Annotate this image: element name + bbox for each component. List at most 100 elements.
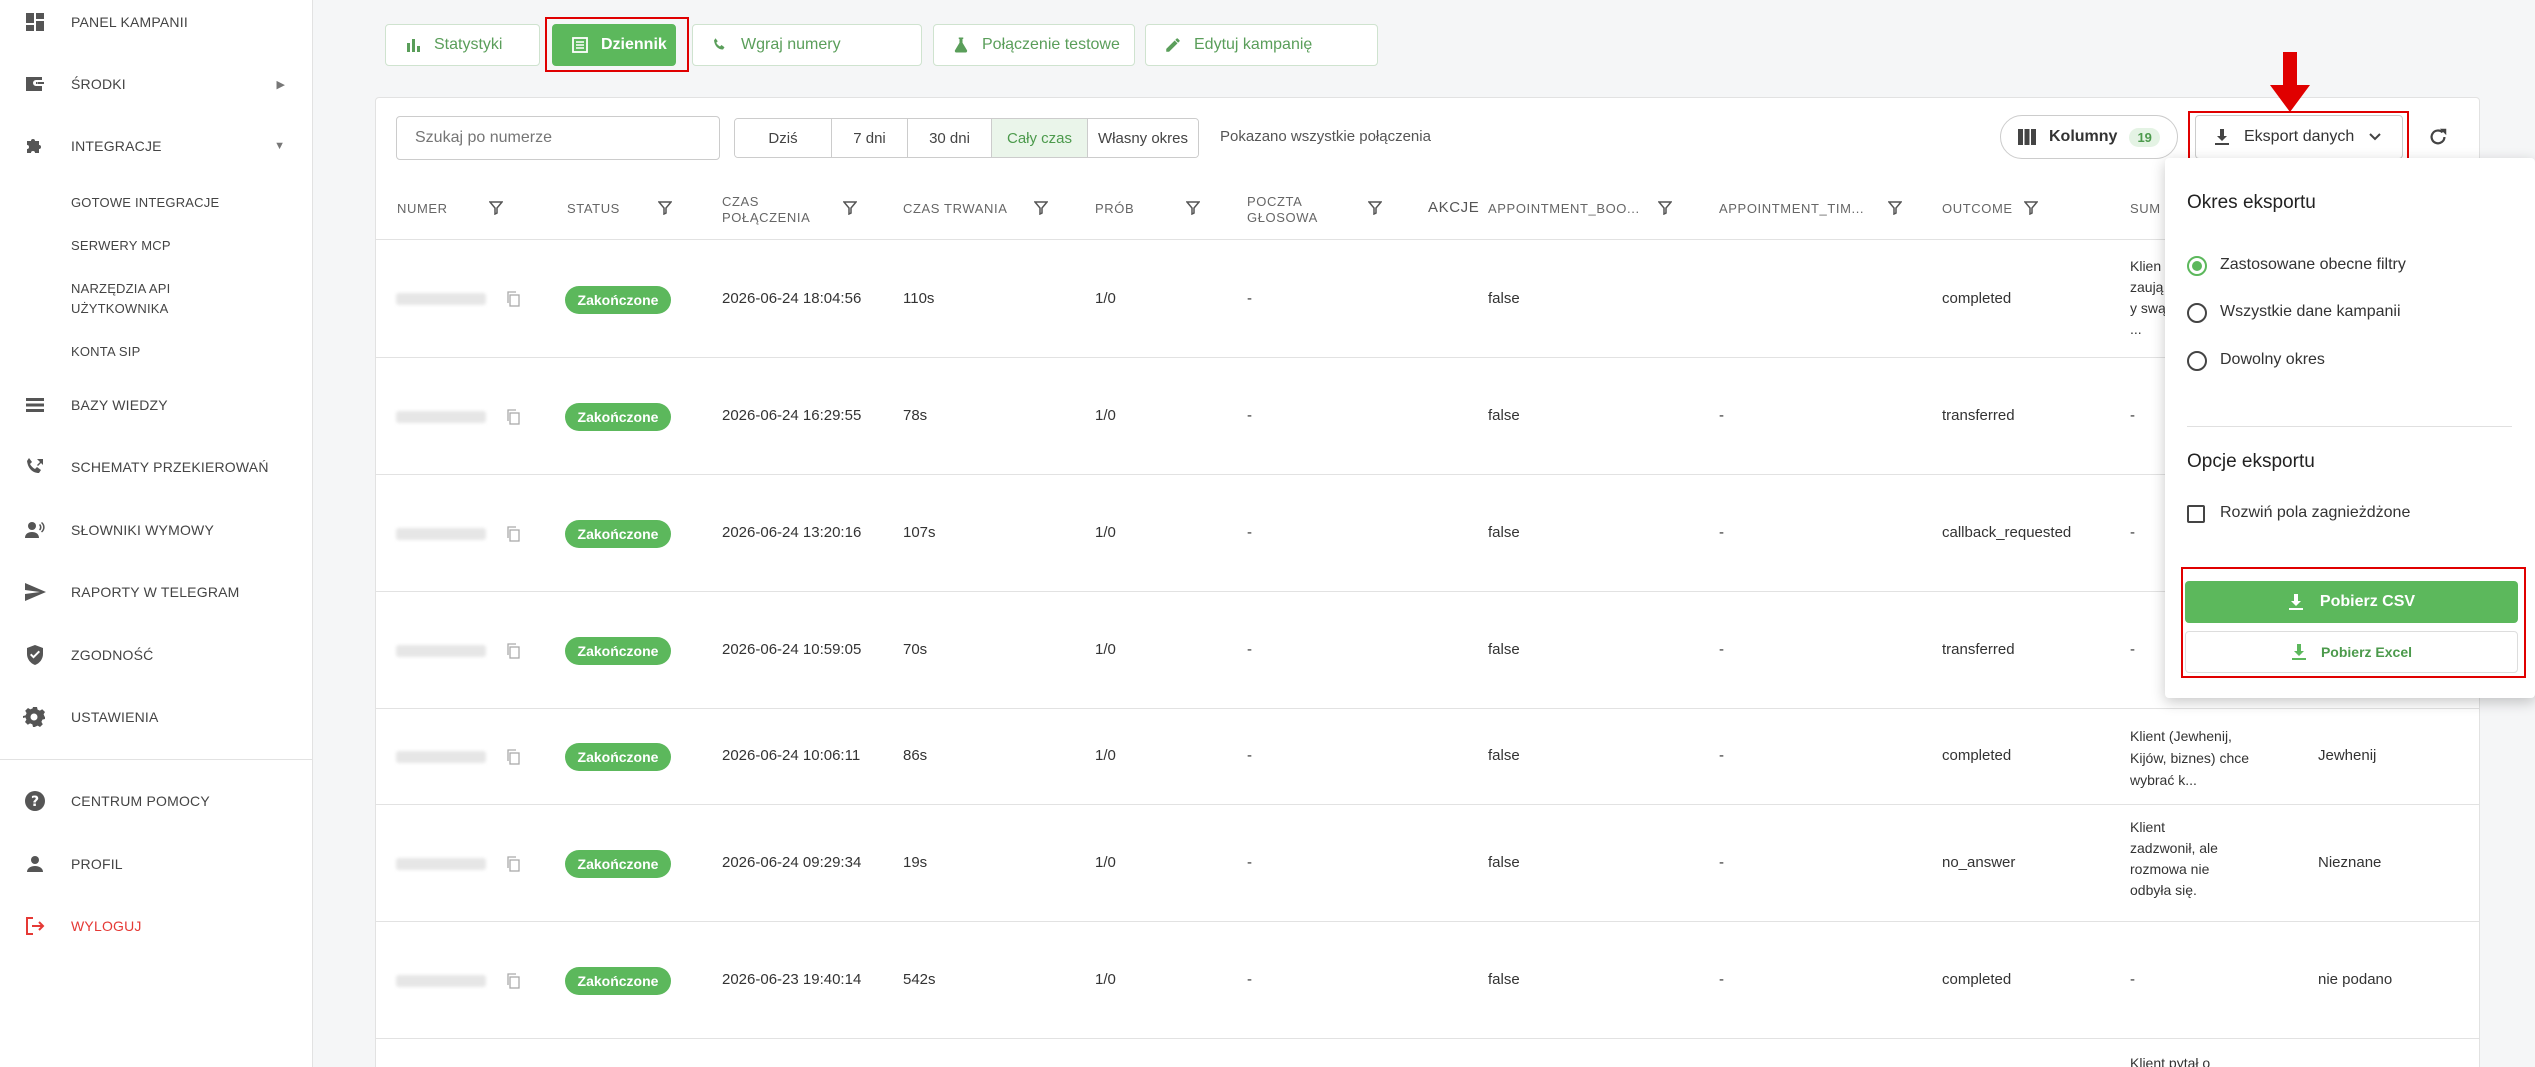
filter-icon[interactable] [842, 201, 859, 217]
col-header-numer[interactable]: NUMER [397, 201, 448, 217]
table-row[interactable]: Zakończone 2026-06-24 10:59:05 70s 1/0 -… [376, 592, 2479, 709]
filter-icon[interactable] [2023, 201, 2040, 217]
radio-custom-period[interactable] [2187, 351, 2207, 371]
svg-text:?: ? [31, 794, 39, 810]
filter-icon[interactable] [1657, 201, 1674, 217]
call-duration: 78s [903, 407, 928, 424]
summary-value: - [2130, 524, 2135, 541]
table-row[interactable]: Zakończone 2026-06-23 19:40:14 542s 1/0 … [376, 922, 2479, 1039]
export-data-button[interactable]: Eksport danych [2195, 115, 2403, 159]
copy-icon[interactable] [506, 526, 520, 542]
sidebar-item-wyloguj[interactable]: WYLOGUJ [0, 906, 313, 946]
copy-icon[interactable] [506, 291, 520, 307]
summary-line: Klient [2130, 819, 2166, 835]
col-header-status[interactable]: STATUS [567, 201, 620, 217]
outcome-value: transferred [1942, 407, 2015, 424]
sidebar-subitem-gotowe-integracje[interactable]: GOTOWE INTEGRACJE [71, 193, 219, 212]
outcome-value: completed [1942, 747, 2012, 764]
option-label[interactable]: Rozwiń pola zagnieżdżone [2220, 504, 2410, 522]
summary-value: - [2130, 407, 2135, 424]
col-header-outcome[interactable]: OUTCOME [1942, 201, 2013, 217]
phone-number-blurred [396, 858, 486, 870]
summary-value: Klient zadzwonił, ale rozmowa nie odbyła… [2130, 817, 2218, 901]
refresh-icon[interactable] [2425, 124, 2451, 150]
filter-icon[interactable] [488, 201, 505, 217]
download-csv-button[interactable]: Pobierz CSV [2185, 581, 2518, 623]
col-header-czas-polaczenia[interactable]: CZAS POŁĄCZENIA [722, 194, 810, 226]
sidebar-item-label: ŚRODKI [71, 76, 126, 92]
call-tries: 1/0 [1095, 854, 1116, 871]
option-label[interactable]: Wszystkie dane kampanii [2220, 303, 2401, 321]
tab-polaczenie-testowe[interactable]: Połączenie testowe [933, 24, 1135, 66]
checkbox-expand-nested[interactable] [2187, 505, 2205, 523]
sidebar-item-integracje[interactable]: INTEGRACJE ▼ [0, 126, 313, 166]
call-time: 2026-06-24 13:20:16 [722, 524, 862, 541]
sidebar-item-zgodnosc[interactable]: ZGODNOŚĆ [0, 635, 313, 675]
copy-icon[interactable] [506, 643, 520, 659]
sidebar-item-centrum-pomocy[interactable]: ? CENTRUM POMOCY [0, 781, 313, 821]
table-header: NUMER STATUS CZAS POŁĄCZENIA CZAS TRWANI… [376, 180, 2479, 240]
col-header-appointment-boo[interactable]: APPOINTMENT_BOO... [1488, 201, 1640, 217]
range-30-days[interactable]: 30 dni [908, 119, 992, 157]
option-label[interactable]: Dowolny okres [2220, 351, 2325, 369]
summary-line: ... [2130, 321, 2142, 337]
sidebar-item-profil[interactable]: PROFIL [0, 844, 313, 884]
table-row[interactable]: Zakończone 2026-06-24 16:29:55 78s 1/0 -… [376, 358, 2479, 475]
filter-icon[interactable] [1033, 201, 1050, 217]
col-header-akcje: AKCJE [1428, 199, 1480, 216]
search-input[interactable] [396, 116, 720, 160]
tab-dziennik[interactable]: Dziennik [552, 24, 676, 66]
radio-all-campaign-data[interactable] [2187, 303, 2207, 323]
table-row[interactable]: Klient pytał o [376, 1039, 2479, 1067]
filter-icon[interactable] [1887, 201, 1904, 217]
appointment-boo-value: false [1488, 747, 1520, 764]
menu-divider [2187, 426, 2512, 427]
copy-icon[interactable] [506, 973, 520, 989]
table-row[interactable]: Zakończone 2026-06-24 10:06:11 86s 1/0 -… [376, 709, 2479, 805]
appointment-tim-value: - [1719, 641, 1724, 658]
filter-icon[interactable] [657, 201, 674, 217]
radio-current-filters[interactable] [2187, 256, 2207, 276]
copy-icon[interactable] [506, 856, 520, 872]
tab-edytuj-kampanie[interactable]: Edytuj kampanię [1145, 24, 1378, 66]
range-7-days[interactable]: 7 dni [832, 119, 908, 157]
sidebar-subitem-konta-sip[interactable]: KONTA SIP [71, 342, 140, 361]
col-header-summary[interactable]: SUM [2130, 201, 2161, 217]
outcome-value: completed [1942, 971, 2012, 988]
columns-button[interactable]: Kolumny 19 [2000, 115, 2178, 159]
download-excel-button[interactable]: Pobierz Excel [2185, 631, 2518, 673]
copy-icon[interactable] [506, 409, 520, 425]
call-duration: 107s [903, 524, 936, 541]
range-custom[interactable]: Własny okres [1088, 119, 1198, 157]
voicemail-value: - [1247, 290, 1252, 307]
table-row[interactable]: Zakończone 2026-06-24 09:29:34 19s 1/0 -… [376, 805, 2479, 922]
col-header-poczta-glosowa[interactable]: POCZTA GŁOSOWA [1247, 194, 1318, 226]
sidebar-subitem-narzedzia-api-line2[interactable]: UŻYTKOWNIKA [71, 299, 169, 318]
filter-icon[interactable] [1367, 201, 1384, 217]
sidebar-subitem-narzedzia-api[interactable]: NARZĘDZIA API [71, 279, 170, 298]
col-header-prob[interactable]: PRÓB [1095, 201, 1134, 217]
option-label[interactable]: Zastosowane obecne filtry [2220, 256, 2406, 274]
columns-icon [2017, 128, 2037, 146]
sidebar-item-srodki[interactable]: ŚRODKI ▶ [0, 64, 313, 104]
call-duration: 86s [903, 747, 928, 764]
tab-label: Wgraj numery [741, 36, 841, 53]
send-icon [20, 577, 50, 607]
col-header-appointment-tim[interactable]: APPOINTMENT_TIM... [1719, 201, 1864, 217]
filter-icon[interactable] [1185, 201, 1202, 217]
range-all-time[interactable]: Cały czas [992, 119, 1088, 157]
sidebar-item-schematy-przekierowan[interactable]: SCHEMATY PRZEKIEROWAŃ [0, 447, 313, 487]
tab-wgraj-numery[interactable]: Wgraj numery [692, 24, 922, 66]
sidebar-item-ustawienia[interactable]: USTAWIENIA [0, 697, 313, 737]
copy-icon[interactable] [506, 749, 520, 765]
sidebar-item-slowniki-wymowy[interactable]: SŁOWNIKI WYMOWY [0, 510, 313, 550]
tab-statystyki[interactable]: Statystyki [385, 24, 540, 66]
range-today[interactable]: Dziś [735, 119, 832, 157]
sidebar-item-bazy-wiedzy[interactable]: BAZY WIEDZY [0, 385, 313, 425]
col-header-czas-trwania[interactable]: CZAS TRWANIA [903, 201, 1007, 217]
table-row[interactable]: Zakończone 2026-06-24 13:20:16 107s 1/0 … [376, 475, 2479, 592]
sidebar-item-raporty-telegram[interactable]: RAPORTY W TELEGRAM [0, 572, 313, 612]
table-row[interactable]: Zakończone 2026-06-24 18:04:56 110s 1/0 … [376, 240, 2479, 358]
sidebar-subitem-serwery-mcp[interactable]: SERWERY MCP [71, 236, 171, 255]
sidebar-item-panel-kampanii[interactable]: PANEL KAMPANII [0, 2, 313, 42]
